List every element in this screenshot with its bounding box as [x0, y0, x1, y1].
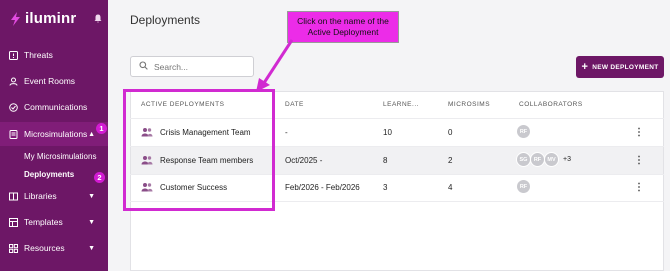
chevron-down-icon: ▼: [88, 244, 95, 252]
sidebar-item-label: Event Rooms: [24, 76, 76, 86]
more-options-icon[interactable]: ⋮: [634, 127, 644, 138]
deployment-date: Oct/2025 -: [285, 156, 323, 165]
sidebar-item-threats[interactable]: Threats: [0, 43, 108, 67]
column-header-date[interactable]: DATE: [285, 101, 304, 108]
more-options-icon[interactable]: ⋮: [634, 155, 644, 166]
column-header-collaborators[interactable]: COLLABORATORS: [519, 101, 583, 108]
search-icon: [139, 61, 148, 72]
step-badge-1: 1: [96, 123, 107, 134]
sidebar-item-label: Threats: [24, 50, 53, 60]
sidebar-item-templates[interactable]: Templates ▼: [0, 210, 108, 234]
sidebar: iluminr Threats Event Rooms Communicatio…: [0, 0, 108, 271]
avatar: RF: [530, 152, 545, 167]
logo-icon: [11, 11, 20, 26]
chevron-down-icon: ▼: [88, 192, 95, 200]
deployment-microsims: 2: [448, 156, 453, 165]
sidebar-item-label: Libraries: [24, 191, 57, 201]
threats-icon: [8, 50, 18, 60]
column-header-learners[interactable]: LEARNE...: [383, 101, 419, 108]
sidebar-item-event-rooms[interactable]: Event Rooms: [0, 69, 108, 93]
resources-icon: [8, 243, 18, 253]
libraries-icon: [8, 191, 18, 201]
avatar: SG: [516, 152, 531, 167]
more-collaborators-count: +3: [563, 156, 571, 163]
templates-icon: [8, 217, 18, 227]
avatar: RF: [516, 179, 531, 194]
app-logo[interactable]: iluminr: [8, 10, 76, 27]
microsimulations-icon: [8, 129, 18, 139]
communications-icon: [8, 102, 18, 112]
column-header-microsims[interactable]: MICROSIMS: [448, 101, 490, 108]
search-input[interactable]: [154, 61, 244, 72]
sidebar-item-resources[interactable]: Resources ▼: [0, 236, 108, 260]
deployment-microsims: 0: [448, 128, 453, 137]
chevron-up-icon: ▲: [88, 130, 95, 138]
deployment-date: -: [285, 128, 288, 137]
sidebar-item-microsimulations[interactable]: Microsimulations ▲: [0, 122, 108, 146]
annotation-callout: Click on the name of the Active Deployme…: [287, 11, 399, 43]
sidebar-item-communications[interactable]: Communications: [0, 95, 108, 119]
deployment-learners: 8: [383, 156, 388, 165]
sidebar-item-label: Resources: [24, 243, 65, 253]
chevron-down-icon: ▼: [88, 218, 95, 226]
sidebar-subitem-my-microsimulations[interactable]: My Microsimulations: [24, 152, 96, 161]
plus-icon: +: [581, 61, 589, 73]
deployment-learners: 3: [383, 183, 388, 192]
more-options-icon[interactable]: ⋮: [634, 182, 644, 193]
page-title: Deployments: [130, 13, 201, 27]
step-badge-2: 2: [94, 172, 105, 183]
sidebar-item-label: Communications: [24, 102, 88, 112]
sidebar-subitem-deployments[interactable]: Deployments: [24, 170, 74, 179]
deployment-microsims: 4: [448, 183, 453, 192]
sidebar-item-libraries[interactable]: Libraries ▼: [0, 184, 108, 208]
app-name: iluminr: [25, 10, 77, 27]
avatar: MV: [544, 152, 559, 167]
bell-icon[interactable]: [94, 14, 102, 25]
avatar: RF: [516, 124, 531, 139]
deployment-date: Feb/2026 - Feb/2026: [285, 183, 360, 192]
new-deployment-button[interactable]: + NEW DEPLOYMENT: [576, 56, 664, 78]
search-box[interactable]: [130, 56, 254, 77]
new-deployment-label: NEW DEPLOYMENT: [592, 63, 659, 71]
event-rooms-icon: [8, 76, 18, 86]
sidebar-item-label: Microsimulations: [24, 129, 88, 139]
deployment-learners: 10: [383, 128, 392, 137]
sidebar-item-label: Templates: [24, 217, 63, 227]
annotation-highlight-box: [123, 89, 275, 211]
